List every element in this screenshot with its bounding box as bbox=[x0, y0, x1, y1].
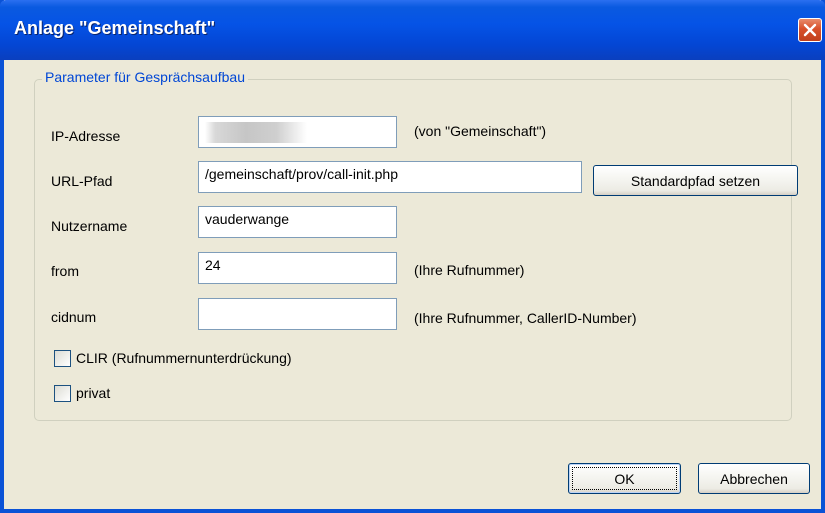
clir-checkbox-label[interactable]: CLIR (Rufnummernunterdrückung) bbox=[76, 350, 292, 366]
set-default-path-button[interactable]: Standardpfad setzen bbox=[593, 165, 798, 196]
username-input[interactable]: vauderwange bbox=[198, 206, 397, 238]
set-default-path-label: Standardpfad setzen bbox=[630, 172, 761, 189]
title-bar[interactable]: Anlage "Gemeinschaft" bbox=[0, 0, 825, 60]
dialog-title: Anlage "Gemeinschaft" bbox=[14, 18, 216, 38]
username-label: Nutzername bbox=[51, 218, 128, 234]
ip-address-label: IP-Adresse bbox=[51, 128, 121, 144]
url-path-value: /gemeinschaft/prov/call-init.php bbox=[205, 166, 398, 182]
cancel-button[interactable]: Abbrechen bbox=[698, 463, 810, 494]
redacted-value bbox=[205, 122, 307, 143]
groupbox-legend: Parameter für Gesprächsaufbau bbox=[42, 69, 248, 85]
ip-address-hint: (von "Gemeinschaft") bbox=[414, 123, 547, 139]
privat-checkbox-label[interactable]: privat bbox=[76, 385, 110, 401]
from-label: from bbox=[51, 263, 79, 279]
ip-address-input[interactable] bbox=[198, 116, 397, 148]
ok-button[interactable]: OK bbox=[568, 463, 681, 494]
cidnum-label: cidnum bbox=[51, 309, 97, 325]
cancel-button-label: Abbrechen bbox=[720, 470, 788, 487]
close-button[interactable] bbox=[798, 18, 822, 42]
from-hint: (Ihre Rufnummer) bbox=[414, 262, 525, 278]
url-path-label: URL-Pfad bbox=[51, 173, 113, 189]
from-value: 24 bbox=[205, 257, 221, 273]
url-path-input[interactable]: /gemeinschaft/prov/call-init.php bbox=[198, 161, 582, 193]
close-icon bbox=[803, 23, 817, 37]
cidnum-hint: (Ihre Rufnummer, CallerID-Number) bbox=[414, 310, 637, 326]
cidnum-input[interactable] bbox=[198, 298, 397, 330]
privat-checkbox[interactable] bbox=[54, 385, 71, 402]
parameter-groupbox bbox=[34, 79, 792, 421]
focus-indicator bbox=[572, 467, 677, 490]
clir-checkbox[interactable] bbox=[54, 350, 71, 367]
username-value: vauderwange bbox=[205, 211, 290, 227]
from-input[interactable]: 24 bbox=[198, 252, 397, 284]
